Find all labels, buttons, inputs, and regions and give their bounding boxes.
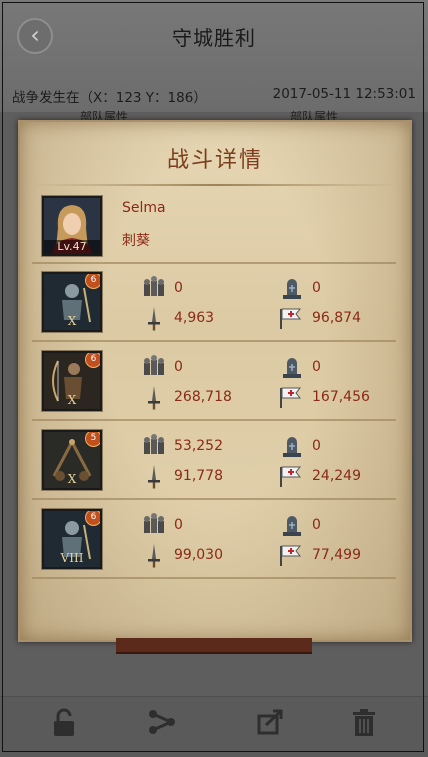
- tombstone-icon: [280, 276, 304, 300]
- panel-footer-bar: [116, 638, 312, 654]
- export-icon[interactable]: [253, 708, 287, 742]
- troop-tier: X: [67, 314, 77, 328]
- hero-role: 刺葵: [122, 233, 150, 249]
- sword-icon: [142, 464, 166, 489]
- troop-row: 6 X 0 0 4,963 96,874: [32, 264, 396, 342]
- wounded-flag-icon: [278, 306, 302, 330]
- troop-level-badge: 6: [85, 353, 100, 368]
- stat-dead: 0: [312, 438, 321, 454]
- lock-icon[interactable]: [47, 708, 81, 742]
- stat-kills: 268,718: [174, 389, 232, 405]
- sword-icon: [142, 306, 166, 331]
- stat-army: 0: [174, 517, 183, 533]
- troop-portrait[interactable]: 5 X: [42, 430, 102, 490]
- hero-row: Lv.47 Selma 刺葵: [32, 186, 396, 264]
- troop-tier: X: [67, 472, 77, 486]
- stat-army: 0: [174, 359, 183, 375]
- stat-kills: 91,778: [174, 468, 223, 484]
- wounded-flag-icon: [278, 543, 302, 567]
- trash-icon[interactable]: [347, 708, 381, 742]
- tombstone-icon: [280, 513, 304, 537]
- troop-level-badge: 6: [85, 511, 100, 526]
- stat-dead: 0: [312, 517, 321, 533]
- army-icon: [142, 434, 166, 458]
- army-icon: [142, 355, 166, 379]
- army-icon: [142, 513, 166, 537]
- battle-time: 2017-05-11 12:53:01: [272, 86, 416, 102]
- army-icon: [142, 276, 166, 300]
- troop-portrait[interactable]: 6 X: [42, 272, 102, 332]
- hero-name: Selma: [122, 200, 166, 216]
- wounded-flag-icon: [278, 464, 302, 488]
- troop-level-badge: 5: [85, 432, 100, 447]
- stat-wounded: 77,499: [312, 547, 361, 563]
- stat-kills: 4,963: [174, 310, 215, 326]
- tombstone-icon: [280, 355, 304, 379]
- sword-icon: [142, 543, 166, 568]
- hero-level: Lv.47: [44, 240, 100, 254]
- panel-title: 战斗详情: [166, 148, 263, 173]
- stat-army: 53,252: [174, 438, 223, 454]
- troop-row: 6 VIII 0 0 99,030 77,499: [32, 501, 396, 579]
- troop-row: 6 X 0 0 268,718 167,456: [32, 343, 396, 421]
- tombstone-icon: [280, 434, 304, 458]
- troop-level-badge: 6: [85, 274, 100, 289]
- stat-dead: 0: [312, 359, 321, 375]
- battle-details-panel: 战斗详情 Lv.47 Selma 刺葵 6 X 0 0 4,963 96,874…: [18, 120, 412, 642]
- stat-army: 0: [174, 280, 183, 296]
- hero-portrait[interactable]: Lv.47: [42, 196, 102, 256]
- wounded-flag-icon: [278, 385, 302, 409]
- page-title: 守城胜利: [172, 26, 256, 50]
- stat-wounded: 167,456: [312, 389, 370, 405]
- troop-tier: VIII: [60, 551, 84, 565]
- stat-dead: 0: [312, 280, 321, 296]
- stat-kills: 99,030: [174, 547, 223, 563]
- troop-portrait[interactable]: 6 VIII: [42, 509, 102, 569]
- sword-icon: [142, 385, 166, 410]
- stat-wounded: 24,249: [312, 468, 361, 484]
- troop-portrait[interactable]: 6 X: [42, 351, 102, 411]
- troop-tier: X: [67, 393, 77, 407]
- battle-location: 战争发生在（X：123 Y：186）: [12, 90, 207, 106]
- troop-row: 5 X 53,252 0 91,778 24,249: [32, 422, 396, 500]
- stat-wounded: 96,874: [312, 310, 361, 326]
- share-icon[interactable]: [145, 708, 179, 742]
